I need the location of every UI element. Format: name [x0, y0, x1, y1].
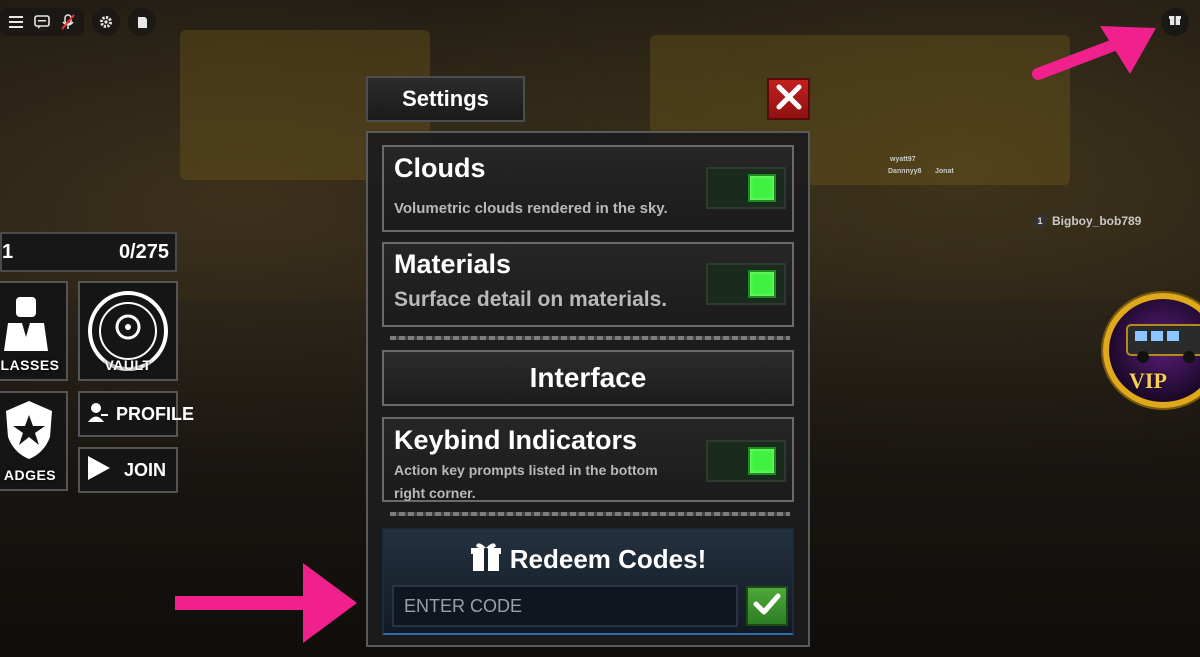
profile-label: PROFILE [116, 403, 195, 424]
toggle-knob [748, 447, 776, 475]
toggle-knob [748, 174, 776, 202]
tile-label-badges: ADGES [3, 467, 57, 483]
star-shield-icon [4, 399, 54, 466]
document-icon [134, 14, 150, 30]
code-input[interactable] [392, 585, 738, 627]
settings-button[interactable] [92, 8, 120, 36]
classes-button[interactable]: LASSES [0, 281, 68, 381]
collection-counter: 1 0/275 [0, 232, 177, 272]
counter-left: 1 [2, 240, 14, 263]
settings-title: Settings [402, 86, 489, 111]
pointer-arrow-bottom-left [175, 563, 357, 643]
settings-icon [98, 14, 114, 30]
section-header-label: Interface [529, 362, 647, 393]
topbar-pill [0, 8, 84, 36]
document-button[interactable] [128, 8, 156, 36]
section-header-interface: Interface [382, 350, 794, 406]
vault-button[interactable]: VAULT [78, 281, 178, 381]
redeem-submit-button[interactable] [746, 586, 788, 626]
close-icon [776, 84, 802, 115]
player-tag: Jonat [935, 168, 954, 175]
pointer-arrow-top-right [1032, 26, 1156, 80]
gift-button[interactable] [1161, 8, 1189, 36]
toggle-materials[interactable] [706, 263, 786, 305]
checkmark-icon [753, 592, 781, 621]
setting-description: Surface detail on materials. [394, 288, 668, 311]
tile-label-classes: LASSES [0, 357, 60, 373]
setting-row-clouds: Clouds Volumetric clouds rendered in the… [382, 145, 794, 232]
setting-title: Materials [394, 249, 512, 279]
player-level: 1 [1033, 214, 1047, 228]
profile-button[interactable]: PROFILE [78, 391, 194, 437]
setting-row-materials: Materials Surface detail on materials. [382, 242, 794, 327]
bus-icon [1121, 317, 1200, 372]
player-name: wyatt97 [890, 156, 916, 163]
redeem-title: Redeem Codes! [384, 540, 792, 579]
close-button[interactable] [767, 78, 810, 120]
player-tag: wyatt97 [890, 156, 916, 163]
menu-icon[interactable] [8, 14, 24, 30]
player-name: Bigboy_bob789 [1052, 214, 1142, 228]
redeem-title-label: Redeem Codes! [509, 544, 707, 574]
counter-right: 0/275 [118, 240, 169, 263]
settings-tab: Settings [366, 76, 525, 122]
join-button[interactable]: JOIN [78, 447, 178, 493]
setting-title: Keybind Indicators [394, 425, 638, 455]
setting-description: Action key prompts listed in the bottom … [394, 462, 658, 501]
join-label: JOIN [124, 459, 167, 480]
toggle-knob [748, 270, 776, 298]
chat-icon[interactable] [34, 14, 50, 30]
redeem-codes-box: Redeem Codes! [382, 528, 794, 635]
badges-button[interactable]: ADGES [0, 391, 68, 491]
suit-person-icon [0, 293, 54, 358]
player-name: Jonat [935, 168, 954, 175]
tile-label-vault: VAULT [104, 357, 152, 373]
play-icon [88, 455, 110, 485]
mic-muted-icon[interactable] [60, 14, 76, 30]
vip-label: VIP [1129, 368, 1167, 393]
setting-row-keybind-indicators: Keybind Indicators Action key prompts li… [382, 417, 794, 502]
toggle-keybind-indicators[interactable] [706, 440, 786, 482]
roblox-topbar [0, 8, 156, 36]
section-divider [390, 512, 790, 516]
profile-icon [88, 402, 108, 427]
setting-description: Volumetric clouds rendered in the sky. [394, 200, 668, 217]
setting-title: Clouds [394, 153, 486, 183]
gift-icon [470, 540, 502, 579]
player-tag: 1 Bigboy_bob789 [1033, 214, 1141, 228]
section-divider [390, 336, 790, 340]
gift-icon [1169, 13, 1181, 31]
toggle-clouds[interactable] [706, 167, 786, 209]
player-tag: Dannnyy8 [888, 168, 921, 175]
player-name: Dannnyy8 [888, 168, 922, 175]
